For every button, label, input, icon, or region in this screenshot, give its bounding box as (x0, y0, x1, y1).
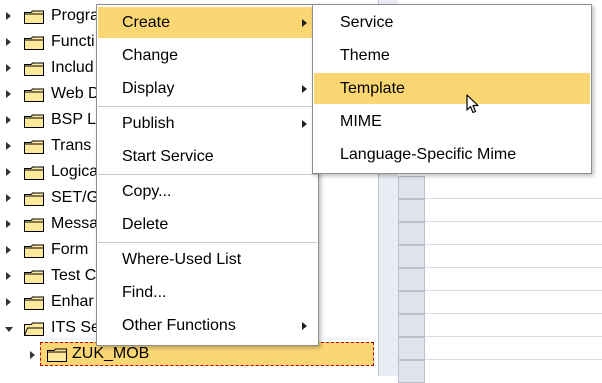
menu-item-create[interactable]: Create (98, 7, 317, 38)
expand-arrow-icon[interactable] (6, 246, 11, 254)
grid-line (425, 359, 602, 360)
menu-item-find[interactable]: Find... (98, 277, 317, 308)
menu-item-where-used-list[interactable]: Where-Used List (98, 244, 317, 275)
submenu-arrow-icon (302, 120, 307, 128)
folder-icon (24, 244, 44, 258)
expand-arrow-icon[interactable] (6, 272, 11, 280)
menu-item-start-service[interactable]: Start Service (98, 141, 317, 172)
grid-line (425, 336, 602, 337)
context-menu: Create Change Display Publish Start Serv… (96, 4, 319, 346)
expand-arrow-icon[interactable] (6, 64, 11, 72)
grid-line (425, 221, 602, 222)
folder-icon (24, 10, 44, 24)
expand-arrow-icon[interactable] (6, 298, 11, 306)
grid-row-header[interactable] (398, 268, 425, 291)
selected-node-label: ZUK_MOB (72, 345, 150, 362)
folder-icon (24, 114, 44, 128)
menu-separator (98, 242, 317, 243)
grid-row-header[interactable] (398, 222, 425, 245)
grid-row-header[interactable] (398, 291, 425, 314)
submenu-item-language-specific-mime[interactable]: Language-Specific Mime (314, 139, 590, 170)
tree-node-label: Includ (51, 59, 94, 76)
menu-item-change[interactable]: Change (98, 40, 317, 71)
expand-arrow-icon[interactable] (6, 194, 11, 202)
menu-separator (98, 174, 317, 175)
grid-line (425, 267, 602, 268)
folder-icon (24, 88, 44, 102)
folder-icon (24, 218, 44, 232)
expand-arrow-icon[interactable] (6, 90, 11, 98)
tree-node-label: BSP L (51, 111, 97, 128)
create-submenu: Service Theme Template MIME Language-Spe… (312, 4, 592, 174)
expand-arrow-icon[interactable] (6, 142, 11, 150)
tree-node-label: Progra (51, 7, 100, 24)
folder-icon (24, 296, 44, 310)
tree-node-label: ITS Se (51, 319, 100, 336)
submenu-arrow-icon (302, 322, 307, 330)
menu-item-display[interactable]: Display (98, 73, 317, 104)
grid-line (425, 198, 602, 199)
tree-node-label: Web D (51, 85, 100, 102)
grid-row-header[interactable] (398, 176, 425, 199)
menu-item-delete[interactable]: Delete (98, 209, 317, 240)
folder-icon (24, 192, 44, 206)
folder-icon (24, 166, 44, 180)
grid-line (425, 290, 602, 291)
tree-node-label: Messa (51, 215, 99, 232)
submenu-arrow-icon (302, 85, 307, 93)
submenu-item-service[interactable]: Service (314, 7, 590, 38)
expand-arrow-icon[interactable] (6, 168, 11, 176)
mouse-pointer-icon (466, 94, 479, 114)
submenu-item-theme[interactable]: Theme (314, 40, 590, 71)
menu-item-publish[interactable]: Publish (98, 108, 317, 139)
expand-arrow-icon[interactable] (6, 12, 11, 20)
submenu-item-mime[interactable]: MIME (314, 106, 590, 137)
grid-row-header[interactable] (398, 337, 425, 360)
grid-line (425, 313, 602, 314)
collapse-arrow-icon[interactable] (5, 327, 13, 332)
submenu-arrow-icon (302, 19, 307, 27)
tree-node-label: Trans (51, 137, 92, 154)
open-folder-icon (24, 322, 44, 336)
menu-item-copy[interactable]: Copy... (98, 176, 317, 207)
expand-arrow-icon[interactable] (6, 38, 11, 46)
folder-icon (24, 140, 44, 154)
tree-node-label: Enhar (51, 293, 94, 310)
menu-item-other-functions[interactable]: Other Functions (98, 310, 317, 341)
expand-arrow-icon[interactable] (6, 116, 11, 124)
grid-line (425, 244, 602, 245)
tree-node-label: SET/G (51, 189, 100, 206)
submenu-item-template[interactable]: Template (314, 73, 590, 104)
folder-icon (24, 36, 44, 50)
folder-icon (24, 270, 44, 284)
folder-icon (47, 348, 67, 362)
tree-node-label: Logica (51, 163, 99, 180)
expand-arrow-icon[interactable] (6, 220, 11, 228)
tree-node-label: Test C (51, 267, 97, 284)
grid-row-header[interactable] (398, 245, 425, 268)
grid-row-header[interactable] (398, 360, 425, 383)
tree-node-label: Functi (51, 33, 95, 50)
folder-icon (24, 62, 44, 76)
grid-row-header[interactable] (398, 199, 425, 222)
tree-node-label: Form (51, 241, 89, 258)
expand-arrow-icon[interactable] (30, 351, 35, 359)
grid-row-header[interactable] (398, 314, 425, 337)
menu-separator (98, 106, 317, 107)
